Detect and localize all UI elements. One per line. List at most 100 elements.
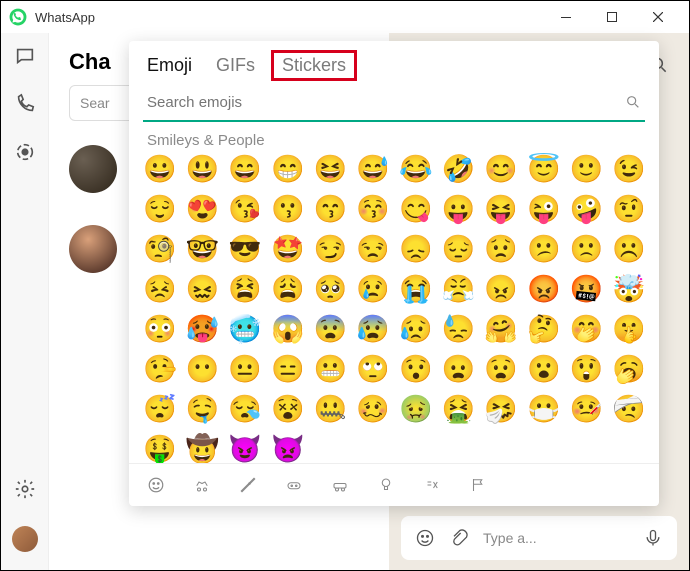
emoji-cell[interactable]: 🙄 <box>356 353 388 385</box>
emoji-cell[interactable]: 😒 <box>356 233 388 265</box>
emoji-cell[interactable]: 😈 <box>228 433 260 463</box>
emoji-button-icon[interactable] <box>415 528 435 548</box>
emoji-cell[interactable]: 🤬 <box>570 273 602 305</box>
emoji-cell[interactable]: 😵 <box>271 393 303 425</box>
cat-objects-icon[interactable] <box>377 476 395 494</box>
cat-flags-icon[interactable] <box>469 476 487 494</box>
emoji-cell[interactable]: 😍 <box>186 193 218 225</box>
emoji-cell[interactable]: 😢 <box>356 273 388 305</box>
emoji-cell[interactable]: 🤠 <box>186 433 218 463</box>
emoji-cell[interactable]: 😆 <box>314 153 346 185</box>
emoji-cell[interactable]: 😌 <box>143 193 175 225</box>
emoji-cell[interactable]: 😃 <box>186 153 218 185</box>
emoji-cell[interactable]: 😞 <box>399 233 431 265</box>
emoji-cell[interactable]: 😠 <box>484 273 516 305</box>
emoji-cell[interactable]: 🤔 <box>527 313 559 345</box>
emoji-cell[interactable]: 🤒 <box>570 393 602 425</box>
cat-symbols-icon[interactable] <box>423 476 441 494</box>
emoji-cell[interactable]: 😦 <box>442 353 474 385</box>
emoji-cell[interactable]: 😝 <box>484 193 516 225</box>
emoji-cell[interactable]: 🤐 <box>314 393 346 425</box>
emoji-cell[interactable]: 🙂 <box>570 153 602 185</box>
emoji-cell[interactable]: 😎 <box>228 233 260 265</box>
emoji-cell[interactable]: 🤯 <box>612 273 644 305</box>
emoji-cell[interactable]: 😩 <box>271 273 303 305</box>
emoji-cell[interactable]: 😰 <box>356 313 388 345</box>
emoji-cell[interactable]: 😲 <box>570 353 602 385</box>
emoji-cell[interactable]: 🥶 <box>228 313 260 345</box>
emoji-cell[interactable]: 😑 <box>271 353 303 385</box>
emoji-cell[interactable]: 🤫 <box>612 313 644 345</box>
settings-gear-icon[interactable] <box>14 478 36 500</box>
emoji-cell[interactable]: 😤 <box>442 273 474 305</box>
emoji-cell[interactable]: 😄 <box>228 153 260 185</box>
minimize-button[interactable] <box>543 1 589 33</box>
emoji-cell[interactable]: 😘 <box>228 193 260 225</box>
tab-stickers[interactable]: Stickers <box>271 50 357 81</box>
emoji-cell[interactable]: 😇 <box>527 153 559 185</box>
cat-animals-icon[interactable] <box>193 476 211 494</box>
emoji-cell[interactable]: 🤗 <box>484 313 516 345</box>
status-nav-icon[interactable] <box>14 141 36 163</box>
emoji-cell[interactable]: 😟 <box>484 233 516 265</box>
emoji-cell[interactable]: 🤢 <box>399 393 431 425</box>
emoji-cell[interactable]: 😛 <box>442 193 474 225</box>
emoji-cell[interactable]: 😯 <box>399 353 431 385</box>
emoji-cell[interactable]: 😧 <box>484 353 516 385</box>
emoji-search-bar[interactable] <box>143 84 645 122</box>
emoji-cell[interactable]: 😫 <box>228 273 260 305</box>
emoji-cell[interactable]: 😨 <box>314 313 346 345</box>
emoji-cell[interactable]: 🤕 <box>612 393 644 425</box>
emoji-cell[interactable]: 😅 <box>356 153 388 185</box>
emoji-cell[interactable]: 😙 <box>314 193 346 225</box>
attach-icon[interactable] <box>449 528 469 548</box>
cat-food-icon[interactable] <box>239 476 257 494</box>
emoji-cell[interactable]: 🤤 <box>186 393 218 425</box>
emoji-cell[interactable]: ☹️ <box>612 233 644 265</box>
emoji-cell[interactable]: 😊 <box>484 153 516 185</box>
calls-nav-icon[interactable] <box>14 93 36 115</box>
emoji-cell[interactable]: 🤣 <box>442 153 474 185</box>
emoji-cell[interactable]: 😁 <box>271 153 303 185</box>
emoji-cell[interactable]: 🤮 <box>442 393 474 425</box>
emoji-cell[interactable]: 🤓 <box>186 233 218 265</box>
emoji-cell[interactable]: 😖 <box>186 273 218 305</box>
emoji-cell[interactable]: 😉 <box>612 153 644 185</box>
emoji-cell[interactable]: 🤥 <box>143 353 175 385</box>
emoji-cell[interactable]: 😴 <box>143 393 175 425</box>
emoji-cell[interactable]: 🧐 <box>143 233 175 265</box>
tab-emoji[interactable]: Emoji <box>147 55 192 76</box>
emoji-cell[interactable]: 😗 <box>271 193 303 225</box>
emoji-cell[interactable]: 😐 <box>228 353 260 385</box>
emoji-cell[interactable]: 😬 <box>314 353 346 385</box>
emoji-cell[interactable]: 😜 <box>527 193 559 225</box>
close-button[interactable] <box>635 1 681 33</box>
maximize-button[interactable] <box>589 1 635 33</box>
emoji-cell[interactable]: 😋 <box>399 193 431 225</box>
emoji-cell[interactable]: 😓 <box>442 313 474 345</box>
emoji-cell[interactable]: 😪 <box>228 393 260 425</box>
emoji-cell[interactable]: 🥵 <box>186 313 218 345</box>
emoji-cell[interactable]: 😭 <box>399 273 431 305</box>
cat-activity-icon[interactable] <box>285 476 303 494</box>
emoji-cell[interactable]: 😱 <box>271 313 303 345</box>
emoji-cell[interactable]: 😮 <box>527 353 559 385</box>
me-avatar[interactable] <box>12 526 38 552</box>
emoji-cell[interactable]: 😂 <box>399 153 431 185</box>
mic-icon[interactable] <box>643 528 663 548</box>
emoji-cell[interactable]: 😥 <box>399 313 431 345</box>
chats-nav-icon[interactable] <box>14 45 36 67</box>
emoji-cell[interactable]: 😕 <box>527 233 559 265</box>
emoji-cell[interactable]: 😡 <box>527 273 559 305</box>
emoji-cell[interactable]: 😏 <box>314 233 346 265</box>
emoji-cell[interactable]: 😷 <box>527 393 559 425</box>
emoji-cell[interactable]: 🤑 <box>143 433 175 463</box>
cat-smileys-icon[interactable] <box>147 476 165 494</box>
emoji-cell[interactable]: 🤭 <box>570 313 602 345</box>
emoji-cell[interactable]: 😣 <box>143 273 175 305</box>
emoji-cell[interactable]: 🤨 <box>612 193 644 225</box>
emoji-cell[interactable]: 🤪 <box>570 193 602 225</box>
emoji-cell[interactable]: 🥴 <box>356 393 388 425</box>
emoji-cell[interactable]: 🥱 <box>612 353 644 385</box>
emoji-cell[interactable]: 🤧 <box>484 393 516 425</box>
